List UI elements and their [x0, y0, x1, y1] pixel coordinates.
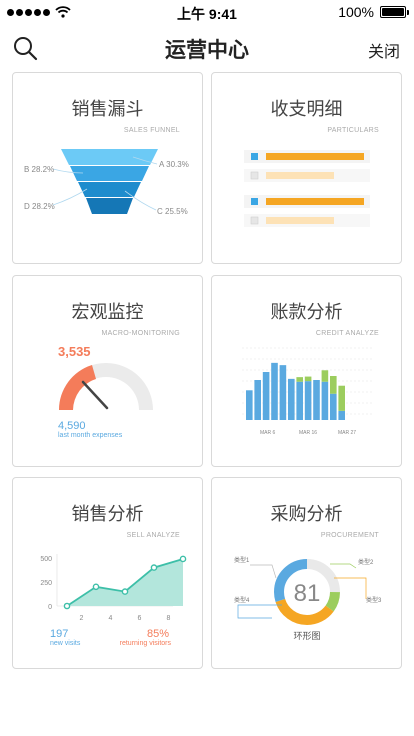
data-point	[63, 602, 71, 610]
bar-segment	[296, 377, 303, 382]
x-tick-label: MAR 27	[338, 430, 356, 436]
bar-segment	[313, 380, 320, 420]
bar-segment	[271, 362, 278, 420]
sell-area	[67, 558, 183, 606]
bar-segment	[279, 365, 287, 420]
row-checkbox-1	[251, 153, 258, 160]
row-checkbox-4	[250, 216, 259, 225]
y-tick-label: 0	[48, 604, 52, 611]
funnel-label-a: A 30.3%	[159, 160, 189, 169]
row-bar-3	[266, 198, 364, 205]
funnel-layer-1	[61, 149, 158, 165]
page-title: 运营中心	[165, 39, 249, 62]
x-tick-label: 6	[138, 615, 142, 622]
legend-leader-4	[237, 604, 282, 619]
particulars-chart	[244, 150, 370, 227]
sales-funnel-card[interactable]: 销售漏斗 SALES FUNNEL A 30.3% B 28.2% C 25.5…	[12, 72, 203, 264]
data-point	[179, 555, 187, 563]
procurement-card[interactable]: 采购分析 PROCUREMENT 81 环形图 类型1 类型2 类型3 类型4	[211, 477, 402, 669]
row-checkbox-3	[251, 198, 258, 205]
bar-segment	[321, 370, 329, 382]
particulars-card[interactable]: 收支明细 PARTICULARS	[211, 72, 402, 264]
status-bar: 上午 9:41 100%	[0, 0, 414, 24]
row-bar-4	[266, 217, 334, 224]
row-bar-2	[266, 172, 334, 179]
funnel-label-d: D 28.2%	[24, 202, 55, 211]
expense-value: 4,590	[58, 420, 86, 432]
credit-analyze-card[interactable]: 账款分析 CREDIT ANALYZE MAR 6 MAR 16 MAR 27	[211, 275, 402, 467]
battery-percent: 100%	[338, 4, 374, 20]
funnel-layer-4	[86, 198, 133, 214]
row-bar-1	[266, 153, 364, 160]
bar-segment	[246, 390, 253, 420]
donut-center-value: 81	[294, 580, 321, 607]
x-tick-label: MAR 16	[299, 430, 317, 436]
macro-monitoring-card[interactable]: 宏观监控 MACRO-MONITORING 3,535 4,590 last m…	[12, 275, 203, 467]
search-icon[interactable]	[12, 35, 38, 61]
funnel-layer-3	[78, 182, 141, 197]
returning-label: returning visitors	[120, 640, 172, 647]
x-tick-label: 8	[167, 615, 171, 622]
funnel-label-c: C 25.5%	[157, 207, 188, 216]
gauge-fill	[58, 365, 96, 410]
legend-leader-2	[330, 563, 357, 569]
legend-leader-1	[250, 564, 277, 579]
navigation-bar: 运营中心 关闭	[0, 24, 414, 70]
procurement-donut-chart: 81 环形图 类型1 类型2 类型3 类型4	[234, 556, 382, 641]
bar-segment	[330, 393, 337, 420]
returning-value: 85%	[147, 628, 169, 640]
sell-analyze-card[interactable]: 销售分析 SELL ANALYZE 500 250 0 2 4 6 8 197 new vi…	[12, 477, 203, 669]
x-tick-label: 2	[80, 615, 84, 622]
new-visits-value: 197	[50, 628, 68, 640]
close-button[interactable]: 关闭	[368, 38, 400, 62]
bar-segment	[288, 378, 295, 420]
bar-segment	[304, 376, 312, 382]
macro-gauge-chart: 3,535 4,590 last month expenses	[58, 344, 153, 439]
x-tick-label: 4	[109, 615, 113, 622]
legend-label-1: 类型1	[234, 556, 250, 564]
donut-chart-label: 环形图	[293, 630, 320, 641]
x-tick-label: MAR 6	[260, 430, 276, 436]
funnel-label-b: B 28.2%	[24, 165, 54, 174]
data-point	[92, 583, 100, 591]
credit-bar-chart: MAR 6 MAR 16 MAR 27	[242, 347, 372, 436]
legend-label-2: 类型2	[358, 558, 374, 566]
sell-area-chart: 500 250 0 2 4 6 8 197 new visits 85% returning…	[40, 554, 187, 647]
bar-segment	[262, 372, 270, 420]
bar-segment	[321, 381, 329, 420]
macro-value: 3,535	[58, 344, 91, 359]
bar-segment	[330, 376, 337, 394]
bar-segment	[296, 381, 303, 420]
row-checkbox-2	[250, 171, 259, 180]
battery-icon	[380, 6, 409, 18]
new-visits-label: new visits	[50, 640, 81, 647]
bar-segment	[338, 410, 345, 420]
y-tick-label: 500	[40, 556, 52, 563]
legend-label-3: 类型3	[366, 596, 382, 604]
expense-label: last month expenses	[58, 432, 123, 439]
funnel-layer-2	[70, 166, 149, 181]
bar-segment	[338, 385, 345, 411]
funnel-leader-d	[52, 188, 88, 206]
gauge-needle	[81, 380, 109, 410]
data-point	[121, 588, 129, 595]
bar-segment	[254, 380, 261, 420]
y-tick-label: 250	[40, 580, 52, 587]
legend-label-4: 类型4	[234, 596, 250, 604]
data-point	[150, 564, 158, 571]
sales-funnel-chart: A 30.3% B 28.2% C 25.5% D 28.2%	[24, 149, 189, 216]
bar-segment	[304, 381, 312, 420]
